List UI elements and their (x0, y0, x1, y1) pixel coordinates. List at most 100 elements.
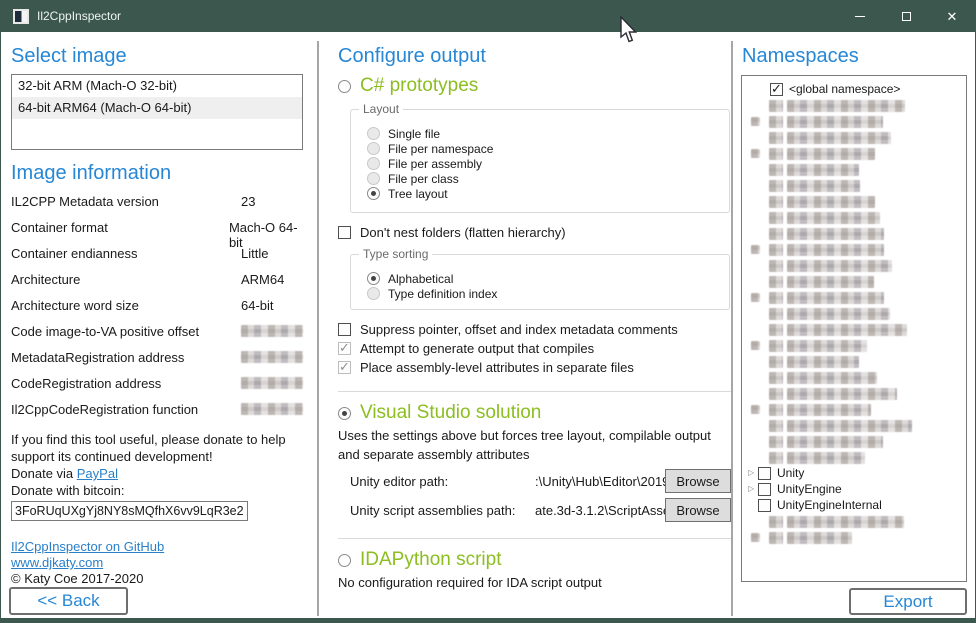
namespace-row[interactable] (742, 226, 966, 242)
redacted-namespace (787, 100, 905, 112)
redacted-checkbox (769, 516, 783, 528)
option-label: File per assembly (388, 157, 482, 171)
minimize-button[interactable] (837, 1, 883, 32)
type-sorting-group-label: Type sorting (359, 247, 432, 261)
layout-option[interactable]: Single file (367, 126, 729, 141)
redacted-namespace (787, 244, 884, 256)
namespace-row[interactable] (742, 306, 966, 322)
redacted-value (241, 403, 303, 415)
output-option-checkbox[interactable]: Attempt to generate output that compiles (338, 340, 731, 356)
image-list-item[interactable]: 64-bit ARM64 (Mach-O 64-bit) (12, 97, 302, 119)
type-sorting-option[interactable]: Type definition index (367, 286, 729, 301)
namespace-row[interactable] (742, 242, 966, 258)
namespace-row[interactable] (742, 146, 966, 162)
expander-icon[interactable]: ▷ (748, 468, 754, 477)
redacted-namespace (787, 308, 890, 320)
paypal-link[interactable]: PayPal (77, 466, 118, 481)
redacted-namespace (787, 196, 875, 208)
section-divider (338, 538, 731, 539)
checkbox-icon[interactable] (758, 499, 771, 512)
redacted-checkbox (769, 244, 783, 256)
namespace-row[interactable] (742, 194, 966, 210)
export-button[interactable]: Export (849, 588, 967, 615)
namespace-row[interactable] (742, 434, 966, 450)
layout-option[interactable]: File per namespace (367, 141, 729, 156)
output-option-checkbox[interactable]: Suppress pointer, offset and index metad… (338, 321, 731, 337)
namespace-row[interactable] (742, 98, 966, 114)
namespace-row[interactable] (742, 322, 966, 338)
expander-icon[interactable]: ▷ (748, 484, 754, 493)
flatten-hierarchy-checkbox[interactable]: Don't nest folders (flatten hierarchy) (338, 224, 731, 240)
redacted-expander (751, 293, 760, 302)
visual-studio-solution-label: Visual Studio solution (360, 402, 541, 424)
redacted-expander (751, 117, 760, 126)
namespace-row[interactable] (742, 290, 966, 306)
namespace-row[interactable] (742, 130, 966, 146)
redacted-checkbox (769, 116, 783, 128)
namespace-row[interactable] (742, 450, 966, 466)
namespace-row[interactable] (742, 354, 966, 370)
csharp-prototypes-radio[interactable]: C# prototypes (338, 75, 731, 97)
checkbox-icon (338, 226, 351, 239)
title-bar[interactable]: Il2CppInspector ✕ (1, 1, 975, 32)
info-label: Container format (11, 220, 229, 246)
redacted-expander (751, 341, 760, 350)
bitcoin-address-field[interactable] (11, 501, 248, 521)
back-button[interactable]: << Back (9, 587, 128, 615)
copyright-text: © Katy Coe 2017-2020 (11, 571, 307, 587)
browse-assemblies-button[interactable]: Browse (665, 498, 731, 522)
type-sorting-options: AlphabeticalType definition index (351, 255, 729, 301)
website-link[interactable]: www.djkaty.com (11, 555, 103, 570)
github-link[interactable]: Il2CppInspector on GitHub (11, 539, 164, 554)
close-button[interactable]: ✕ (929, 1, 975, 32)
namespace-row[interactable] (742, 418, 966, 434)
redacted-namespace (787, 516, 904, 528)
namespace-row[interactable] (742, 338, 966, 354)
column-divider-left (317, 41, 319, 616)
output-option-checkbox[interactable]: Place assembly-level attributes in separ… (338, 359, 731, 375)
checkbox-icon[interactable] (758, 467, 771, 480)
namespace-row[interactable]: ▷UnityEngine (742, 482, 966, 498)
namespace-row[interactable]: ▷Unity (742, 466, 966, 482)
csharp-prototypes-label: C# prototypes (360, 75, 478, 97)
unity-editor-path-label: Unity editor path: (350, 474, 535, 489)
radio-icon (367, 172, 380, 185)
namespace-row[interactable] (742, 386, 966, 402)
namespaces-panel: Namespaces <global namespace>▷Unity▷Unit… (741, 41, 967, 582)
namespace-row[interactable] (742, 210, 966, 226)
namespace-row[interactable] (742, 178, 966, 194)
image-listbox[interactable]: 32-bit ARM (Mach-O 32-bit)64-bit ARM64 (… (11, 74, 303, 150)
maximize-button[interactable] (883, 1, 929, 32)
checkbox-icon[interactable] (758, 483, 771, 496)
option-label: File per namespace (388, 142, 493, 156)
checkbox-icon[interactable] (770, 83, 783, 96)
namespace-row[interactable] (742, 274, 966, 290)
image-list-item[interactable]: 32-bit ARM (Mach-O 32-bit) (12, 75, 302, 97)
redacted-checkbox (769, 436, 783, 448)
namespace-row[interactable] (742, 258, 966, 274)
namespace-row[interactable]: UnityEngineInternal (742, 498, 966, 514)
redacted-namespace (787, 148, 875, 160)
namespace-row[interactable] (742, 514, 966, 530)
namespace-row[interactable] (742, 162, 966, 178)
layout-option[interactable]: File per assembly (367, 156, 729, 171)
namespace-row[interactable]: <global namespace> (742, 82, 966, 98)
visual-studio-solution-radio[interactable]: Visual Studio solution (338, 402, 731, 424)
layout-option[interactable]: File per class (367, 171, 729, 186)
unity-assemblies-path-label: Unity script assemblies path: (350, 503, 535, 518)
browse-editor-button[interactable]: Browse (665, 469, 731, 493)
radio-icon (367, 142, 380, 155)
radio-icon (367, 287, 380, 300)
namespace-row[interactable] (742, 402, 966, 418)
namespace-row[interactable] (742, 114, 966, 130)
namespaces-tree[interactable]: <global namespace> ▷Unity▷UnityEngineUnit… (741, 75, 967, 582)
info-label: Architecture (11, 272, 241, 298)
namespace-row[interactable] (742, 370, 966, 386)
type-sorting-option[interactable]: Alphabetical (367, 271, 729, 286)
info-value: 23 (241, 194, 255, 220)
redacted-checkbox (769, 292, 783, 304)
idapython-script-radio[interactable]: IDAPython script (338, 549, 731, 571)
namespace-row[interactable] (742, 530, 966, 546)
layout-option[interactable]: Tree layout (367, 186, 729, 201)
info-label: Architecture word size (11, 298, 241, 324)
